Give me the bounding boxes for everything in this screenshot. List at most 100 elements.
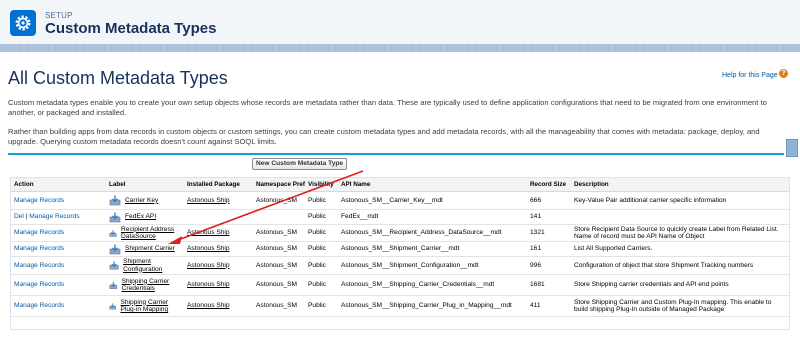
description-cell: Store Shipping carrier credentials and A… <box>571 274 789 296</box>
visibility-cell: Public <box>305 191 338 210</box>
manage-records-link[interactable]: Manage Records <box>14 197 64 204</box>
action-cell: Manage Records <box>11 224 106 242</box>
description-cell: List All Supported Carriers. <box>571 241 789 257</box>
table-row: Manage Records Shipping Carrier Plug-in M… <box>11 295 789 317</box>
installed-package-link[interactable]: Astonous Ship <box>187 262 230 269</box>
namespace-prefix-cell: Astonous_SM <box>253 241 305 257</box>
manage-records-link[interactable]: Manage Records <box>14 229 64 236</box>
sidebar-toggle-tab[interactable] <box>786 139 798 157</box>
description-cell <box>571 209 789 225</box>
installed-package-link[interactable]: Astonous Ship <box>187 281 230 288</box>
package-install-icon <box>109 281 118 289</box>
package-install-icon <box>109 244 121 254</box>
record-size-cell: 1681 <box>527 274 571 296</box>
api-name-cell: Astonous_SM__Shipment_Carrier__mdt <box>338 241 527 257</box>
metadata-type-label-link[interactable]: FedEx API <box>125 213 156 221</box>
installed-package-link[interactable]: Astonous Ship <box>187 302 230 309</box>
info-paragraph: Rather than building apps from data reco… <box>8 127 760 146</box>
label-cell: Shipment Carrier <box>106 241 184 257</box>
manage-records-link[interactable]: Manage Records <box>14 245 64 252</box>
action-cell: Del | Manage Records <box>11 209 106 225</box>
description-cell: Configuration of object that store Shipm… <box>571 256 789 275</box>
action-cell: Manage Records <box>11 274 106 296</box>
package-install-icon <box>109 302 117 309</box>
manage-records-link[interactable]: Manage Records <box>14 281 64 288</box>
package-install-icon <box>109 195 121 206</box>
setup-header: SETUP Custom Metadata Types <box>0 0 800 45</box>
help-for-page-link[interactable]: Help for this Page <box>722 72 778 79</box>
table-row: Manage Records Shipping Carrier Credentia… <box>11 274 789 296</box>
column-header-description[interactable]: Description <box>571 178 789 192</box>
help-icon[interactable]: ? <box>779 69 788 78</box>
namespace-prefix-cell <box>253 209 305 225</box>
installed-package-cell: Astonous Ship <box>184 241 253 257</box>
label-cell: Recipient Address DataSource <box>106 224 184 242</box>
installed-package-cell: Astonous Ship <box>184 295 253 317</box>
package-install-icon <box>109 212 121 222</box>
manage-records-link[interactable]: Manage Records <box>14 262 64 269</box>
column-header-namespace-prefix[interactable]: Namespace Prefix <box>253 178 305 192</box>
manage-records-link[interactable]: Manage Records <box>29 213 79 220</box>
record-size-cell: 996 <box>527 256 571 275</box>
visibility-cell: Public <box>305 295 338 317</box>
table-row: Del | Manage Records FedEx API Public FedEx… <box>11 209 789 225</box>
namespace-prefix-cell: Astonous_SM <box>253 295 305 317</box>
column-header-visibility[interactable]: Visibility <box>305 178 338 192</box>
manage-records-link[interactable]: Manage Records <box>14 302 64 309</box>
delete-link[interactable]: Del <box>14 213 24 220</box>
section-divider <box>8 153 784 155</box>
installed-package-cell <box>184 209 253 225</box>
metadata-type-label-link[interactable]: Shipping Carrier Credentials <box>122 278 181 293</box>
metadata-type-label-link[interactable]: Carrier Key <box>125 197 158 205</box>
api-name-cell: FedEx__mdt <box>338 209 527 225</box>
description-cell: Key-Value Pair additional carrier specif… <box>571 191 789 210</box>
installed-package-link[interactable]: Astonous Ship <box>187 229 230 236</box>
page-header-title: Custom Metadata Types <box>45 20 217 37</box>
package-install-icon <box>109 261 119 270</box>
action-cell: Manage Records <box>11 191 106 210</box>
installed-package-cell: Astonous Ship <box>184 224 253 242</box>
label-cell: Shipping Carrier Plug-in Mapping <box>106 295 184 317</box>
package-install-icon <box>109 229 117 237</box>
installed-package-link[interactable]: Astonous Ship <box>187 197 230 204</box>
gear-icon <box>15 15 31 31</box>
visibility-cell: Public <box>305 274 338 296</box>
namespace-prefix-cell: Astonous_SM <box>253 256 305 275</box>
installed-package-cell: Astonous Ship <box>184 191 253 210</box>
column-header-installed-package[interactable]: Installed Package <box>184 178 253 192</box>
decorative-strip <box>0 44 800 52</box>
visibility-cell: Public <box>305 241 338 257</box>
record-size-cell: 141 <box>527 209 571 225</box>
table-row: Manage Records Carrier Key Astonous Ship As… <box>11 191 789 210</box>
description-cell: Store Shipping Carrier and Custom Plug-I… <box>571 295 789 317</box>
table-row: Manage Records Shipment Configuration Asto… <box>11 256 789 275</box>
api-name-cell: Astonous_SM__Recipient_Address_DataSourc… <box>338 224 527 242</box>
column-header-api-name[interactable]: API Name <box>338 178 527 192</box>
action-cell: Manage Records <box>11 256 106 275</box>
column-header-action[interactable]: Action <box>11 178 106 192</box>
record-size-cell: 666 <box>527 191 571 210</box>
namespace-prefix-cell: Astonous_SM <box>253 224 305 242</box>
metadata-type-label-link[interactable]: Recipient Address DataSource <box>121 226 181 241</box>
setup-app-icon <box>10 10 36 36</box>
visibility-cell: Public <box>305 256 338 275</box>
new-custom-metadata-type-button[interactable]: New Custom Metadata Type <box>252 158 348 170</box>
namespace-prefix-cell: Astonous_SM <box>253 274 305 296</box>
label-cell: Shipping Carrier Credentials <box>106 274 184 296</box>
installed-package-cell: Astonous Ship <box>184 274 253 296</box>
description-cell: Store Recipient Data Source to quickly c… <box>571 224 789 242</box>
api-name-cell: Astonous_SM__Shipping_Carrier_Plug_in_Ma… <box>338 295 527 317</box>
metadata-type-label-link[interactable]: Shipment Configuration <box>123 258 181 273</box>
metadata-type-label-link[interactable]: Shipping Carrier Plug-in Mapping <box>120 299 181 314</box>
column-header-record-size[interactable]: Record Size <box>527 178 571 192</box>
column-header-label[interactable]: Label <box>106 178 184 192</box>
intro-paragraph: Custom metadata types enable you to crea… <box>8 98 767 117</box>
record-size-cell: 1321 <box>527 224 571 242</box>
metadata-type-label-link[interactable]: Shipment Carrier <box>125 245 175 253</box>
setup-label: SETUP <box>45 11 73 20</box>
namespace-prefix-cell: Astonous_SM <box>253 191 305 210</box>
action-cell: Manage Records <box>11 241 106 257</box>
installed-package-cell: Astonous Ship <box>184 256 253 275</box>
installed-package-link[interactable]: Astonous Ship <box>187 245 230 252</box>
visibility-cell: Public <box>305 209 338 225</box>
